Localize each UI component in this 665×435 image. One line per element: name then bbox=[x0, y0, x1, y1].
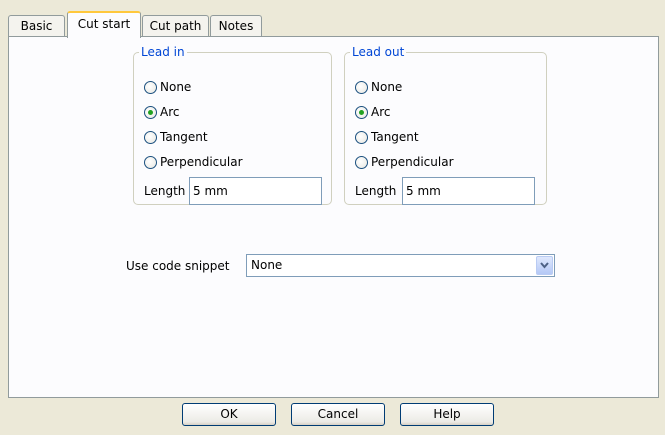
lead-in-option-label: None bbox=[160, 80, 192, 94]
lead-in-group: Lead in None Arc Tangent Perpendicular L… bbox=[133, 45, 332, 205]
radio-button-icon[interactable] bbox=[355, 80, 368, 94]
tab-notes[interactable]: Notes bbox=[210, 15, 262, 36]
radio-button-icon[interactable] bbox=[355, 130, 368, 144]
cancel-button[interactable]: Cancel bbox=[291, 403, 385, 426]
lead-in-length-label: Length bbox=[144, 184, 186, 198]
tab-strip: Basic Cut start Cut path Notes bbox=[8, 11, 658, 38]
lead-in-length-field[interactable]: 5 mm bbox=[189, 177, 322, 205]
lead-out-option-label: Tangent bbox=[371, 130, 419, 144]
tab-cut-path[interactable]: Cut path bbox=[142, 15, 209, 36]
dropdown-button[interactable] bbox=[536, 256, 553, 275]
radio-button-icon[interactable] bbox=[144, 130, 157, 144]
radio-button-icon[interactable] bbox=[144, 155, 157, 169]
help-button[interactable]: Help bbox=[400, 403, 494, 426]
radio-button-icon[interactable] bbox=[144, 105, 157, 119]
lead-in-option-none[interactable]: None bbox=[144, 78, 191, 96]
code-snippet-value: None bbox=[251, 258, 283, 272]
lead-out-option-none[interactable]: None bbox=[355, 78, 402, 96]
lead-out-option-label: Arc bbox=[371, 105, 391, 119]
lead-out-group: Lead out None Arc Tangent Perpendicular … bbox=[344, 45, 547, 205]
lead-out-title: Lead out bbox=[352, 45, 405, 59]
tab-basic[interactable]: Basic bbox=[8, 15, 65, 36]
ok-button[interactable]: OK bbox=[182, 403, 276, 426]
chevron-down-icon bbox=[540, 262, 549, 269]
lead-out-option-tangent[interactable]: Tangent bbox=[355, 128, 419, 146]
lead-in-option-label: Tangent bbox=[160, 130, 208, 144]
lead-out-length-label: Length bbox=[355, 184, 397, 198]
lead-in-option-arc[interactable]: Arc bbox=[144, 103, 179, 121]
lead-in-option-label: Arc bbox=[160, 105, 180, 119]
lead-in-title: Lead in bbox=[141, 45, 185, 59]
code-snippet-dropdown[interactable]: None bbox=[246, 254, 555, 277]
lead-out-option-perpendicular[interactable]: Perpendicular bbox=[355, 153, 454, 171]
tab-cut-start[interactable]: Cut start bbox=[67, 11, 141, 38]
lead-in-option-tangent[interactable]: Tangent bbox=[144, 128, 208, 146]
code-snippet-label: Use code snippet bbox=[126, 259, 230, 273]
radio-button-icon[interactable] bbox=[355, 105, 368, 119]
lead-out-option-arc[interactable]: Arc bbox=[355, 103, 390, 121]
dialog-button-bar: OK Cancel Help bbox=[8, 398, 659, 428]
cut-start-panel: Lead in None Arc Tangent Perpendicular L… bbox=[8, 36, 659, 398]
lead-in-option-perpendicular[interactable]: Perpendicular bbox=[144, 153, 243, 171]
radio-button-icon[interactable] bbox=[355, 155, 368, 169]
radio-button-icon[interactable] bbox=[144, 80, 157, 94]
lead-out-option-label: None bbox=[371, 80, 403, 94]
lead-out-length-field[interactable]: 5 mm bbox=[402, 177, 535, 205]
lead-in-option-label: Perpendicular bbox=[160, 155, 243, 169]
lead-out-option-label: Perpendicular bbox=[371, 155, 454, 169]
